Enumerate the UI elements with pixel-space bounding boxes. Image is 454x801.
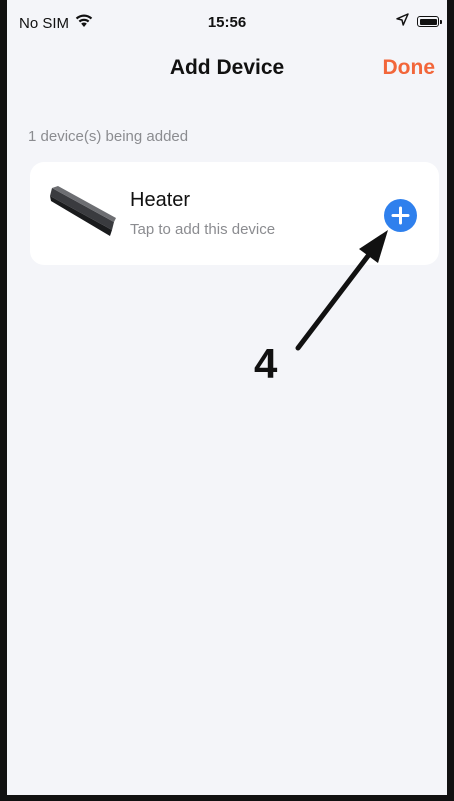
devices-being-added-label: 1 device(s) being added — [28, 128, 189, 145]
annotation-step-number: 4 — [254, 340, 278, 387]
device-hint: Tap to add this device — [130, 221, 276, 238]
done-button[interactable]: Done — [383, 56, 436, 80]
plus-icon — [391, 206, 410, 225]
page-title: Add Device — [169, 56, 285, 79]
status-time: 15:56 — [207, 14, 247, 31]
status-bar: No SIM 15:56 — [7, 0, 447, 44]
phone-screen: No SIM 15:56 Add Device Done 1 device(s)… — [0, 0, 454, 801]
status-right — [396, 13, 442, 30]
device-name: Heater — [130, 189, 191, 211]
heater-device-image — [48, 184, 118, 244]
nav-bar: Add Device Done — [7, 44, 447, 94]
battery-icon — [417, 16, 442, 27]
add-device-button[interactable] — [384, 199, 417, 232]
device-card[interactable]: Heater Tap to add this device — [30, 162, 439, 265]
location-arrow-icon — [396, 13, 409, 30]
annotation-arrow — [295, 230, 388, 351]
